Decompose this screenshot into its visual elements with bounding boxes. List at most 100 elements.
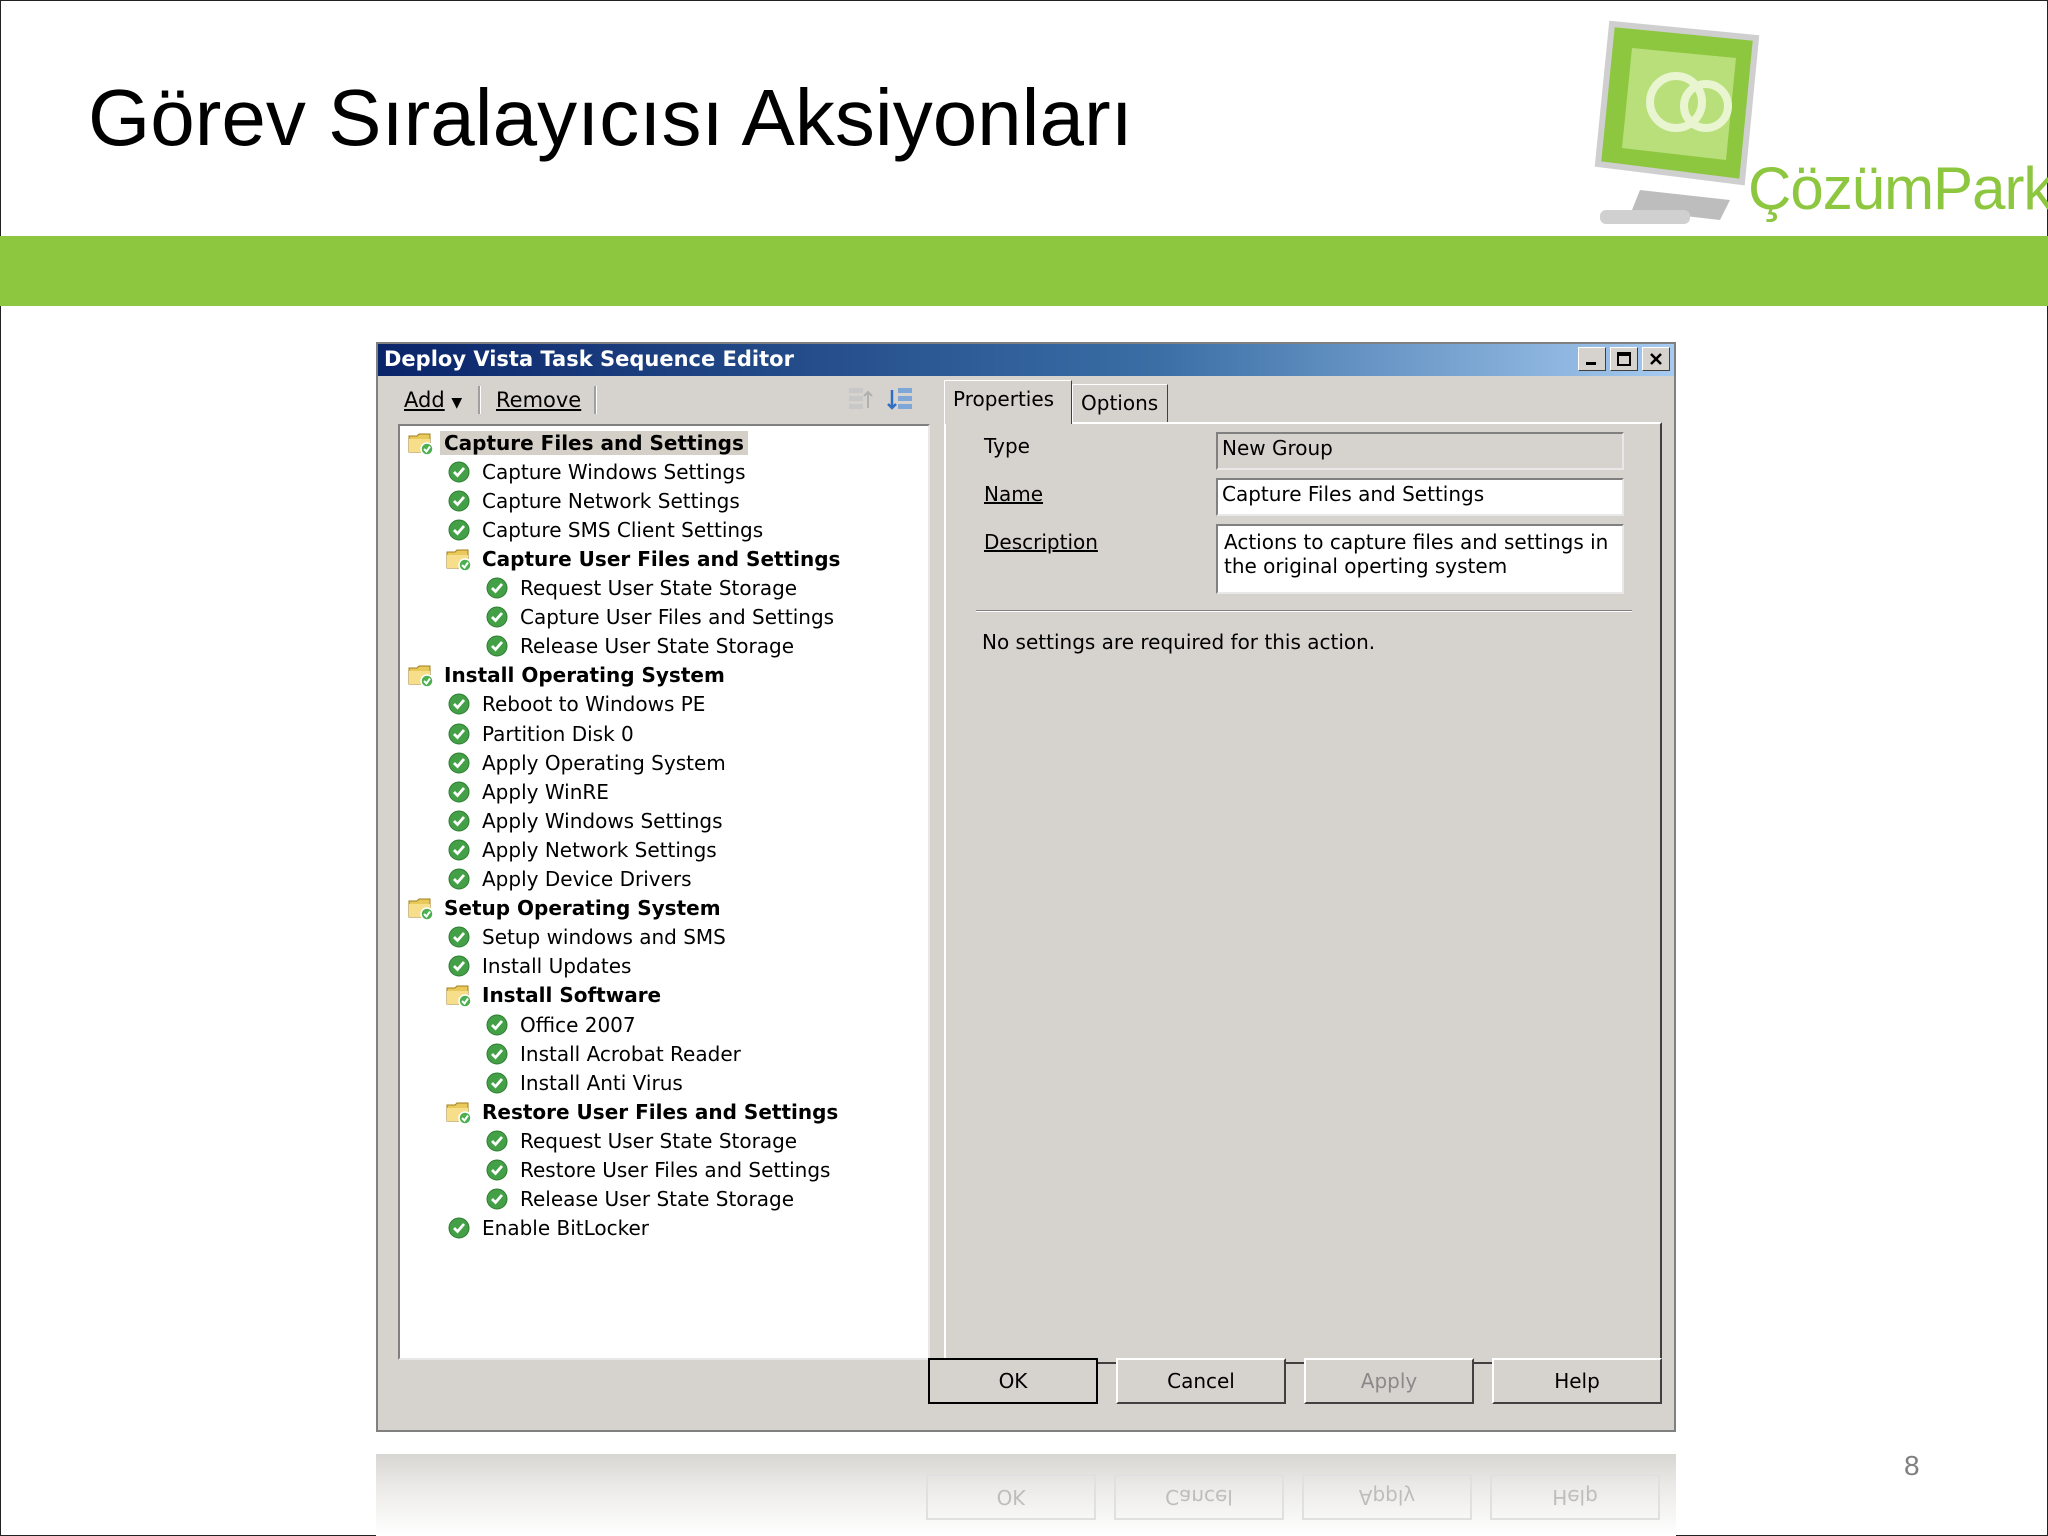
tree-group[interactable]: Install Operating System <box>408 661 729 690</box>
tree-group[interactable]: Restore User Files and Settings <box>446 1097 842 1126</box>
minimize-button[interactable] <box>1578 347 1606 371</box>
move-down-button[interactable] <box>884 384 916 416</box>
tree-step[interactable]: Release User State Storage <box>484 1185 798 1214</box>
tree-item-label: Apply WinRE <box>482 779 609 804</box>
folder-icon <box>408 430 434 456</box>
tree-item-label: Install Anti Virus <box>520 1070 683 1095</box>
tree-group[interactable]: Capture User Files and Settings <box>446 544 844 573</box>
help-button[interactable]: Help <box>1492 1358 1662 1404</box>
description-label: Description <box>984 530 1098 554</box>
tree-step[interactable]: Enable BitLocker <box>446 1214 653 1243</box>
check-icon <box>446 779 472 805</box>
tree-step[interactable]: Reboot to Windows PE <box>446 690 709 719</box>
tree-step[interactable]: Capture Network Settings <box>446 486 744 515</box>
tree-step[interactable]: Office 2007 <box>484 1010 640 1039</box>
folder-icon <box>446 1099 472 1125</box>
tree-step[interactable]: Request User State Storage <box>484 1126 801 1155</box>
name-field[interactable]: Capture Files and Settings <box>1216 478 1624 516</box>
check-icon <box>446 924 472 950</box>
tree-step[interactable]: Install Anti Virus <box>484 1068 687 1097</box>
window-reflection: OK Cancel Apply Help <box>376 1454 1676 1536</box>
task-tree[interactable]: Capture Files and Settings Capture Window… <box>398 424 930 1360</box>
properties-divider <box>976 610 1632 612</box>
move-up-button[interactable] <box>846 384 878 416</box>
remove-label: Remove <box>496 388 582 412</box>
toolbar-separator <box>478 386 481 414</box>
tree-item-label: Capture Windows Settings <box>482 459 746 484</box>
tree-step[interactable]: Request User State Storage <box>484 574 801 603</box>
tree-step[interactable]: Capture SMS Client Settings <box>446 515 767 544</box>
check-icon <box>484 1070 510 1096</box>
tree-item-label: Install Updates <box>482 954 632 979</box>
add-label: Add <box>404 388 445 412</box>
folder-icon <box>408 662 434 689</box>
folder-icon <box>446 546 472 572</box>
tree-step[interactable]: Partition Disk 0 <box>446 719 638 748</box>
tree-step[interactable]: Install Acrobat Reader <box>484 1039 745 1068</box>
check-icon <box>446 837 472 863</box>
tree-item-label: Release User State Storage <box>520 1187 794 1212</box>
remove-button[interactable]: Remove <box>496 388 581 412</box>
tree-step[interactable]: Apply WinRE <box>446 777 613 806</box>
cancel-button[interactable]: Cancel <box>1116 1358 1286 1404</box>
tree-item-label: Install Acrobat Reader <box>520 1041 741 1066</box>
properties-panel: Type New Group Name Capture Files and Se… <box>944 422 1662 1364</box>
tree-item-label: Release User State Storage <box>520 634 794 659</box>
minimize-icon <box>1586 362 1596 365</box>
tree-step[interactable]: Capture User Files and Settings <box>484 603 838 632</box>
check-icon <box>446 750 472 776</box>
reflection-apply: Apply <box>1302 1474 1472 1520</box>
apply-button[interactable]: Apply <box>1304 1358 1474 1404</box>
window-titlebar[interactable]: Deploy Vista Task Sequence Editor <box>378 344 1674 376</box>
window-title: Deploy Vista Task Sequence Editor <box>384 347 794 371</box>
tree-step[interactable]: Apply Windows Settings <box>446 806 727 835</box>
check-icon <box>446 1215 472 1241</box>
dropdown-arrow-icon: ▼ <box>451 395 463 411</box>
check-icon <box>484 575 510 601</box>
tree-item-label: Install Operating System <box>444 663 725 688</box>
check-icon <box>484 1128 510 1154</box>
check-icon <box>446 517 472 543</box>
tree-group[interactable]: Capture Files and Settings <box>408 428 748 457</box>
tree-step[interactable]: Apply Device Drivers <box>446 865 696 894</box>
check-icon <box>484 1186 510 1212</box>
check-icon <box>484 633 510 659</box>
move-up-icon <box>849 388 873 409</box>
tree-group[interactable]: Setup Operating System <box>408 894 725 923</box>
ok-button[interactable]: OK <box>928 1358 1098 1404</box>
tree-item-label: Install Software <box>482 983 662 1008</box>
close-button[interactable] <box>1642 347 1670 371</box>
check-icon <box>446 866 472 892</box>
tree-step[interactable]: Release User State Storage <box>484 632 798 661</box>
tree-item-label: Office 2007 <box>520 1012 636 1037</box>
green-band <box>0 236 2048 306</box>
page-number: 8 <box>1904 1450 1920 1481</box>
check-icon <box>446 721 472 747</box>
tree-step[interactable]: Restore User Files and Settings <box>484 1156 834 1185</box>
close-icon <box>1650 353 1662 365</box>
tree-group[interactable]: Install Software <box>446 981 665 1010</box>
tree-item-label: Restore User Files and Settings <box>520 1158 831 1182</box>
tree-item-label: Setup Operating System <box>444 896 721 921</box>
type-label: Type <box>984 434 1030 458</box>
add-menu-button[interactable]: Add ▼ <box>404 388 462 412</box>
maximize-icon <box>1617 352 1631 366</box>
folder-icon <box>446 982 472 1009</box>
maximize-button[interactable] <box>1610 347 1638 371</box>
tree-item-label: Request User State Storage <box>520 576 798 600</box>
description-field[interactable]: Actions to capture files and settings in… <box>1216 524 1624 594</box>
type-field[interactable]: New Group <box>1216 432 1624 470</box>
tab-properties[interactable]: Properties <box>944 380 1072 424</box>
tree-step[interactable]: Apply Operating System <box>446 748 730 777</box>
name-label: Name <box>984 482 1044 506</box>
tree-item-label: Capture User Files and Settings <box>520 605 835 630</box>
tree-item-label: Apply Operating System <box>482 750 726 775</box>
tree-step[interactable]: Apply Network Settings <box>446 835 721 864</box>
tree-step[interactable]: Install Updates <box>446 952 635 981</box>
cozumpark-logo: ÇözümPark <box>1580 14 2048 244</box>
tree-step[interactable]: Capture Windows Settings <box>446 457 750 486</box>
check-icon <box>446 691 472 717</box>
tree-step[interactable]: Setup windows and SMS <box>446 923 730 952</box>
tab-options[interactable]: Options <box>1072 384 1168 422</box>
reflection-cancel: Cancel <box>1114 1474 1284 1520</box>
